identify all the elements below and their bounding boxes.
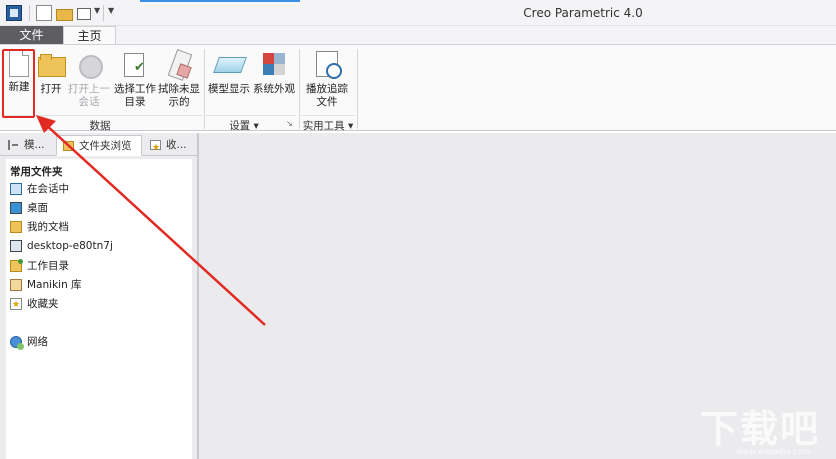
select-dir-label-1: 选择工作 [114,83,156,95]
tab-favorites-label: 收... [166,139,187,151]
session-icon [10,183,22,195]
tab-favorites[interactable]: 收... [144,135,194,158]
erase-not-displayed-button[interactable]: 拭除未显 示的 [156,49,202,109]
list-item-desktop[interactable]: 桌面 [10,199,48,217]
tab-home[interactable]: 主页 [63,26,116,45]
trail-file-icon [314,49,342,79]
tab-folder-browser[interactable]: 文件夹浏览器 [56,135,142,172]
open-button-label: 打开 [40,83,62,95]
system-appearance-label: 系统外观 [253,83,295,95]
desktop-icon [10,202,22,214]
tab-model-tree[interactable]: 模... [2,135,54,156]
list-item-label: 桌面 [27,202,48,214]
session-icon [76,49,103,79]
window-title: Creo Parametric 4.0 [523,6,643,20]
favorites-icon [10,296,22,314]
highlight-box [2,49,35,118]
group-label-settings[interactable]: 设置 ▾ [222,118,266,133]
common-folders-heading: 常用文件夹 [10,166,63,178]
select-dir-label-2: 目录 [124,96,146,108]
ribbon-tabs: 文件 主页 [0,26,836,45]
model-tree-icon [8,140,19,150]
model-display-label: 模型显示 [208,83,250,95]
watermark-logo: 下载吧 [700,407,821,451]
eraser-icon [166,49,192,79]
play-trail-label-2: 文件 [316,96,338,108]
play-trail-label-1: 播放追踪 [306,83,348,95]
dialog-launcher-icon[interactable]: ↘ [286,119,293,128]
favorites-icon [150,138,161,158]
open-last-session-label-2: 会话 [78,96,100,108]
erase-label-2: 示的 [168,96,190,108]
list-item-label: 网络 [27,336,48,348]
folder-icon [63,141,74,151]
network-icon [10,336,24,350]
ribbon: 新建 打开 打开上一 会话 选择工作 目录 拭除未显 示的 模型显示 系统外观 [0,44,836,133]
folder-browser-panel: 常用文件夹 在会话中 桌面 我的文档 desktop-e80tn7j 工作目录 [0,156,197,459]
manikin-library-icon [10,279,22,291]
erase-label-1: 拭除未显 [158,83,200,95]
open-last-session-button[interactable]: 打开上一 会话 [66,49,112,109]
list-item-label: 我的文档 [27,221,69,233]
navigator-tabs: 模... 文件夹浏览器 收... [0,133,197,172]
list-item-label: desktop-e80tn7j [27,240,113,252]
watermark-url: www.xiazaiba.com [736,447,811,456]
group-label-data: 数据 [89,120,111,132]
select-working-directory-button[interactable]: 选择工作 目录 [112,49,158,109]
title-bar: ▼ ▼ Creo Parametric 4.0 [0,0,836,26]
list-item-network[interactable]: 网络 [10,333,48,351]
list-item-favorites[interactable]: 收藏夹 [10,295,59,314]
group-label-utilities[interactable]: 实用工具 ▾ [302,118,354,133]
list-item-my-documents[interactable]: 我的文档 [10,218,69,236]
group-separator [204,49,205,129]
list-item-label: 收藏夹 [27,298,59,310]
model-display-button[interactable]: 模型显示 [206,49,252,96]
tab-file[interactable]: 文件 [0,26,63,44]
list-item-in-session[interactable]: 在会话中 [10,180,69,198]
list-item-label: Manikin 库 [27,279,82,291]
play-trail-file-button[interactable]: 播放追踪 文件 [302,49,352,109]
list-item-computer[interactable]: desktop-e80tn7j [10,237,113,255]
progress-indicator [140,0,300,2]
open-last-session-label-1: 打开上一 [68,83,110,95]
open-button[interactable]: 打开 [36,49,66,96]
model-display-icon [216,49,242,79]
list-item-label: 在会话中 [27,183,69,195]
open-folder-icon [38,49,66,79]
tab-model-tree-label: 模... [24,139,45,151]
system-appearance-icon [261,49,287,79]
group-divider [206,115,296,116]
computer-icon [10,240,22,252]
select-directory-icon [122,49,148,79]
working-directory-icon [10,259,23,272]
list-item-label: 工作目录 [27,260,69,272]
my-documents-icon [10,221,22,233]
common-folders-list: 常用文件夹 在会话中 桌面 我的文档 desktop-e80tn7j 工作目录 [6,159,192,459]
group-separator [299,49,300,129]
list-item-working-directory[interactable]: 工作目录 [10,257,69,275]
group-separator [357,49,358,129]
system-appearance-button[interactable]: 系统外观 [251,49,297,96]
list-item-manikin-library[interactable]: Manikin 库 [10,276,82,294]
group-divider [301,115,355,116]
